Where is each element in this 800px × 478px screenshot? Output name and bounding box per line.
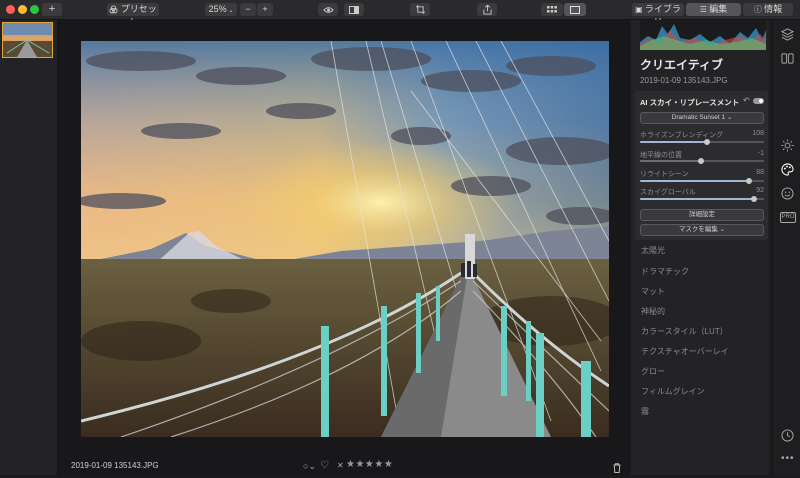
slider-fill	[640, 198, 755, 200]
filter-item-color-style-lut[interactable]: カラースタイル（LUT）	[641, 326, 728, 337]
eye-icon	[322, 6, 334, 13]
relight-scene-slider[interactable]	[640, 178, 764, 184]
slider-value: -1	[757, 150, 764, 157]
palette-icon[interactable]	[781, 163, 794, 176]
edit-tab-label: 編集	[709, 4, 728, 14]
slider-fill	[640, 141, 707, 143]
slider-fill	[640, 160, 701, 162]
filter-item-film-grain[interactable]: フィルムグレイン	[641, 386, 705, 397]
pro-icon[interactable]: PRO	[780, 212, 796, 223]
compare-icon	[349, 5, 359, 14]
grid-view-icon	[547, 5, 557, 13]
filter-item-sunrays[interactable]: 太陽光	[641, 245, 665, 256]
trash-icon[interactable]	[613, 460, 621, 473]
label-circle-icon[interactable]: ○⌄	[303, 461, 316, 472]
slider-knob[interactable]	[703, 139, 710, 145]
thumbnail-image	[3, 23, 52, 57]
preview-button[interactable]	[318, 3, 338, 16]
zoom-value: 25%	[208, 4, 227, 14]
slider-label: ホライズンブレンディング	[640, 132, 724, 139]
zoom-out-button[interactable]: −	[240, 3, 256, 16]
slider-value: 108	[752, 130, 764, 137]
sky-global-slider[interactable]	[640, 196, 764, 202]
sliders-icon: ☰	[699, 5, 710, 14]
advanced-settings-button[interactable]: 詳細設定	[640, 209, 764, 221]
filter-item-glow[interactable]: グロー	[641, 366, 665, 377]
tool-title: AI スカイ・リプレースメント	[640, 98, 740, 107]
tab-info[interactable]: ⓘ 情報	[743, 3, 793, 16]
filter-item-dramatic[interactable]: ドラマチック	[641, 266, 689, 277]
single-view-button[interactable]	[564, 3, 586, 16]
toggle-knob	[759, 99, 763, 103]
zoom-window-button[interactable]	[30, 5, 39, 14]
share-icon	[482, 4, 492, 15]
zoom-in-button[interactable]: +	[257, 3, 273, 16]
tab-edit[interactable]: ☰ 編集	[686, 3, 741, 16]
toolbar: + プリセット 25% ⌄ − + ▣ ライブラリ ☰ 編集 ⓘ 情報	[0, 0, 800, 27]
grid-view-button[interactable]	[541, 3, 563, 16]
single-view-icon	[570, 5, 580, 14]
filmstrip	[0, 20, 58, 475]
face-icon[interactable]	[781, 187, 794, 200]
chevron-down-icon: ⌄	[717, 226, 726, 233]
photo-filename: 2019-01-09 135143.JPG	[71, 461, 159, 470]
chevron-down-icon: ⌄	[226, 8, 234, 14]
chevron-down-icon: ⌄	[725, 114, 733, 121]
filter-item-matte[interactable]: マット	[641, 286, 665, 297]
library-icon: ▣	[635, 5, 645, 14]
filter-item-mystical[interactable]: 神秘的	[641, 306, 665, 317]
compare-button[interactable]	[344, 3, 364, 16]
crop-icon	[415, 5, 425, 15]
edit-mask-label: マスクを編集	[678, 226, 718, 233]
history-icon[interactable]	[781, 429, 794, 442]
slider-label: 地平線の位置	[640, 152, 682, 159]
edited-photo[interactable]	[81, 41, 609, 437]
compare-panels-icon[interactable]	[781, 52, 794, 65]
close-window-button[interactable]	[6, 5, 15, 14]
layers-icon[interactable]	[781, 28, 794, 41]
edit-mask-button[interactable]: マスクを編集 ⌄	[640, 224, 764, 236]
info-tab-label: 情報	[764, 4, 783, 14]
bridge-photo-image	[81, 41, 609, 437]
presets-icon	[109, 5, 118, 14]
share-button[interactable]	[477, 3, 497, 16]
slider-label: スカイグローバル	[640, 189, 696, 196]
heart-icon[interactable]: ♡	[320, 460, 329, 471]
reset-icon[interactable]: ↶	[743, 96, 750, 105]
info-icon: ⓘ	[753, 5, 765, 14]
minimize-window-button[interactable]	[18, 5, 27, 14]
slider-knob[interactable]	[697, 158, 704, 164]
tool-category-rail: PRO •••	[772, 20, 800, 475]
slider-value: 92	[756, 187, 764, 194]
filter-item-fog[interactable]: 霧	[641, 406, 649, 417]
more-options-icon[interactable]: •••	[781, 453, 795, 464]
reject-button[interactable]: ✕	[337, 461, 344, 470]
tool-toggle[interactable]	[753, 98, 764, 104]
zoom-select[interactable]: 25% ⌄	[205, 3, 237, 16]
filter-item-texture-overlay[interactable]: テクスチャオーバーレイ	[641, 346, 729, 357]
add-photos-button[interactable]: +	[42, 3, 62, 16]
star-rating[interactable]: ★★★★★	[346, 459, 393, 470]
slider-value: 88	[756, 169, 764, 176]
sky-select-dropdown[interactable]: Dramatic Sunset 1 ⌄	[640, 112, 764, 124]
presets-button[interactable]: プリセット	[107, 3, 159, 27]
horizon-position-slider[interactable]	[640, 158, 764, 164]
crop-button[interactable]	[410, 3, 430, 16]
slider-fill	[640, 180, 750, 182]
panel-filename: 2019-01-09 135143.JPG	[640, 76, 728, 85]
horizon-blending-slider[interactable]	[640, 139, 764, 145]
sun-icon[interactable]	[781, 139, 794, 152]
plus-icon: +	[48, 3, 56, 15]
slider-label: リライトシーン	[640, 171, 689, 178]
photo-thumbnail[interactable]	[2, 22, 53, 58]
histogram	[640, 20, 766, 50]
tab-library[interactable]: ▣ ライブラリ	[632, 3, 684, 27]
sky-select-value: Dramatic Sunset 1	[671, 114, 726, 121]
section-title: クリエイティブ	[640, 58, 724, 72]
